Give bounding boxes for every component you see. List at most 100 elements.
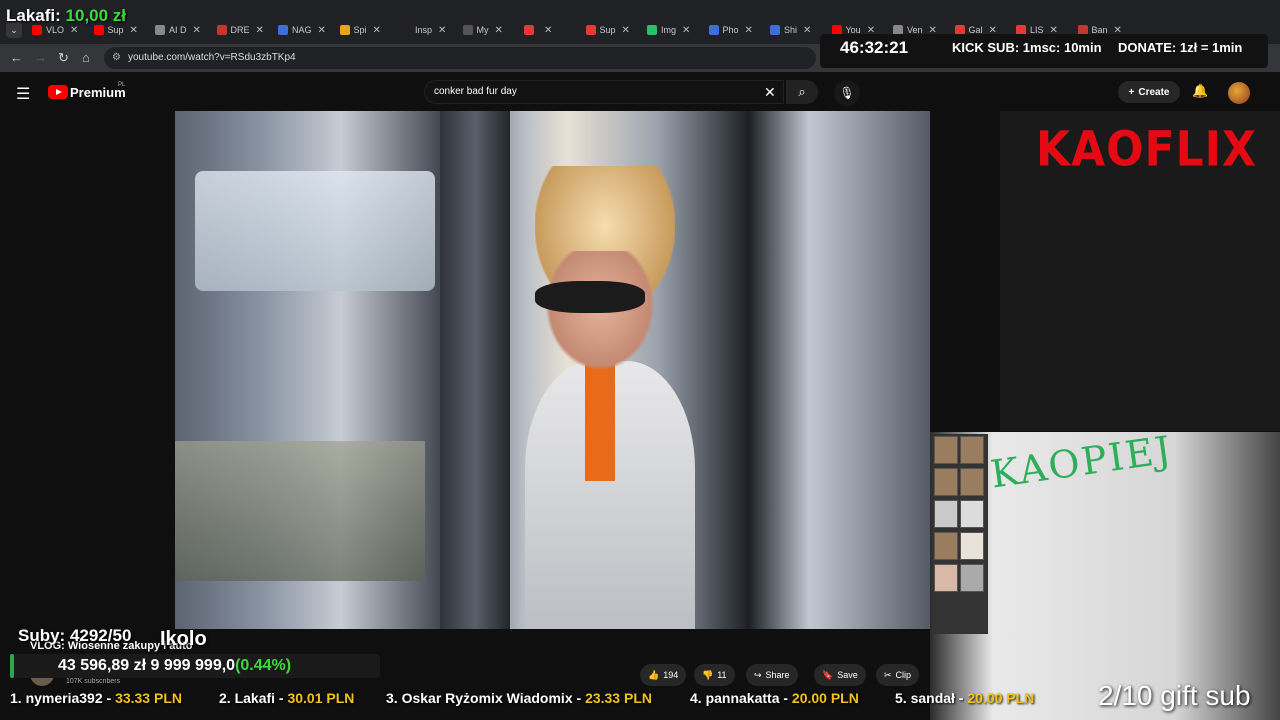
microphone-icon: 🎙 <box>839 86 855 100</box>
tab-label: AI D <box>169 25 187 35</box>
ticker-entry: 2. Lakafi - 30.01 PLN <box>219 690 354 706</box>
browser-tab[interactable]: ✕ <box>524 22 552 38</box>
subscriber-count: 107K subscribers <box>66 678 121 685</box>
ticker-amount: 33.33 PLN <box>115 690 182 706</box>
create-label: Create <box>1138 86 1170 98</box>
tab-close-icon[interactable]: ✕ <box>438 25 446 36</box>
tab-close-icon[interactable]: ✕ <box>256 25 264 36</box>
thumbs-up-icon: 👍 <box>648 669 660 680</box>
clip-label: Clip <box>895 670 912 680</box>
save-label: Save <box>837 670 858 680</box>
browser-tab[interactable]: Pho ✕ <box>708 22 753 38</box>
create-button[interactable]: + Create <box>1118 81 1180 103</box>
tab-label: My <box>476 25 489 35</box>
tab-favicon-icon <box>401 25 411 35</box>
search-query[interactable]: conker bad fur day <box>434 86 517 97</box>
tab-favicon-icon <box>155 25 165 35</box>
screen: ⌄ VLO ✕ Sup ✕ AI D ✕ DRE ✕ NAG ✕ Spi ✕ Insp ✕ My ✕ ✕ Sup ✕… <box>0 0 1280 720</box>
share-label: Share <box>765 670 790 680</box>
tab-label: Sup <box>599 25 616 35</box>
ticker-amount: 30.01 PLN <box>287 690 355 706</box>
browser-tab[interactable]: Spi ✕ <box>339 22 381 38</box>
tab-label: VLO <box>46 25 65 35</box>
site-info-icon[interactable]: ⚙ <box>112 52 121 63</box>
ticker-amount: 20.00 PLN <box>791 690 859 706</box>
tab-favicon-icon <box>32 25 42 35</box>
tab-close-icon[interactable]: ✕ <box>193 25 201 36</box>
tab-close-icon[interactable]: ✕ <box>130 25 138 36</box>
menu-icon[interactable]: ☰ <box>16 84 30 104</box>
ticker-donor: 3. Oskar Ryżomix Wiadomix - <box>386 690 586 706</box>
account-avatar[interactable] <box>1228 82 1250 104</box>
like-count: 194 <box>663 670 679 680</box>
goal-current: 43 596,89 zł <box>58 657 147 674</box>
kaoflix-logo: KAOFLIX <box>1036 121 1257 178</box>
browser-tab[interactable]: AI D ✕ <box>155 22 201 38</box>
tab-close-icon[interactable]: ✕ <box>803 25 811 36</box>
video-scene-door-pillar <box>440 111 510 629</box>
video-player[interactable] <box>175 111 930 629</box>
dislike-button[interactable]: 👎 11 <box>694 664 735 686</box>
save-button[interactable]: 🔖 Save <box>814 664 866 686</box>
browser-tab[interactable]: Insp ✕ <box>401 22 446 38</box>
browser-tab[interactable]: Shi ✕ <box>770 22 811 38</box>
url-text[interactable]: youtube.com/watch?v=RSdu3zbTKp4 <box>128 52 296 63</box>
tab-favicon-icon <box>770 25 780 35</box>
video-scene-scarf <box>585 361 615 481</box>
tab-favicon-icon <box>524 25 534 35</box>
tab-label: Sup <box>107 25 124 35</box>
browser-tab[interactable]: My ✕ <box>462 22 503 38</box>
tab-label: Spi <box>353 25 367 35</box>
tab-favicon-icon <box>462 25 473 35</box>
donation-goal-fill <box>10 654 14 678</box>
search-button[interactable]: ⌕ <box>786 80 818 104</box>
tab-favicon-icon <box>216 25 227 35</box>
like-button[interactable]: 👍 194 <box>640 664 687 686</box>
photo-collage <box>932 434 988 634</box>
share-icon: ↪ <box>754 669 762 680</box>
subs-counter: Suby: 4292/50 <box>18 626 132 645</box>
ticker-entry: 4. pannakatta - 20.00 PLN <box>690 690 859 706</box>
tab-label: Insp <box>415 25 433 35</box>
notifications-bell-icon[interactable]: 🔔 <box>1192 83 1208 99</box>
donor-name: Lakafi: <box>6 6 61 25</box>
last-donation-overlay: Lakafi: 10,00 zł <box>6 6 126 26</box>
tab-close-icon[interactable]: ✕ <box>373 25 381 36</box>
dislike-count: 11 <box>717 670 727 680</box>
browser-tab[interactable]: NAG ✕ <box>278 22 326 38</box>
collage-photo <box>934 500 958 528</box>
browser-tab[interactable]: Img ✕ <box>647 22 690 38</box>
browser-tab[interactable]: DRE ✕ <box>216 22 264 38</box>
tab-close-icon[interactable]: ✕ <box>745 25 753 36</box>
share-button[interactable]: ↪ Share <box>746 664 798 686</box>
clip-button[interactable]: ✂ Clip <box>876 664 920 686</box>
tab-close-icon[interactable]: ✕ <box>622 25 630 36</box>
voice-search-button[interactable]: 🎙 <box>834 80 860 106</box>
tab-close-icon[interactable]: ✕ <box>495 25 503 36</box>
tab-close-icon[interactable]: ✕ <box>682 25 690 36</box>
scissors-icon: ✂ <box>884 669 892 680</box>
collage-photo <box>960 500 984 528</box>
ticker-amount: 20.00 PLN <box>967 690 1035 706</box>
tab-close-icon[interactable]: ✕ <box>544 25 552 36</box>
tab-close-icon[interactable]: ✕ <box>70 25 78 36</box>
home-icon[interactable]: ⌂ <box>82 50 90 65</box>
ticker-entry: 3. Oskar Ryżomix Wiadomix - 23.33 PLN <box>386 690 652 706</box>
tab-favicon-icon <box>708 25 719 35</box>
tab-label: Img <box>661 25 677 35</box>
goal-target: 9 999 999,0 <box>150 657 236 674</box>
browser-tab[interactable]: Sup ✕ <box>585 22 630 38</box>
kick-sub-info: KICK SUB: 1msc: 10min <box>952 40 1102 55</box>
clear-search-icon[interactable]: ✕ <box>764 84 776 101</box>
reload-icon[interactable]: ↻ <box>58 50 69 66</box>
plus-icon: + <box>1128 86 1135 98</box>
ticker-donor: 4. pannakatta - <box>690 690 792 706</box>
back-icon[interactable]: ← <box>10 50 23 65</box>
search-icon: ⌕ <box>798 84 806 99</box>
bookmark-icon: 🔖 <box>822 669 834 680</box>
collage-photo <box>960 468 984 496</box>
youtube-logo-icon[interactable] <box>48 85 68 99</box>
subathon-timer: 46:32:21 <box>840 38 909 57</box>
tab-close-icon[interactable]: ✕ <box>318 25 326 36</box>
forward-icon[interactable]: → <box>34 50 47 65</box>
